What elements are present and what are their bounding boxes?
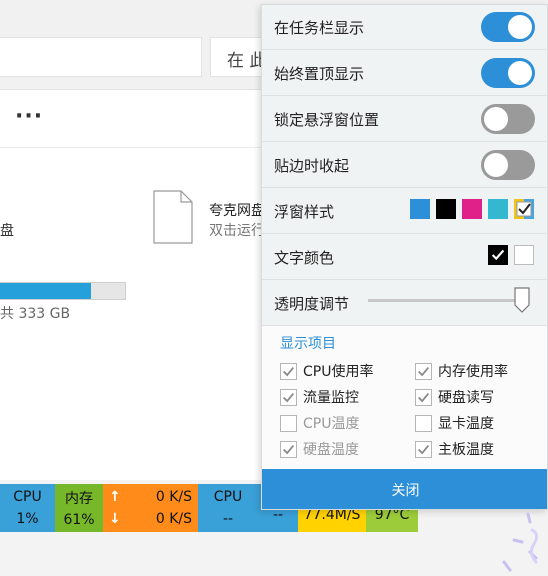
drive-usage-fill (0, 283, 92, 299)
checkbox-label: 流量监控 (303, 390, 359, 406)
setting-row-lock: 锁定悬浮窗位置 (262, 97, 547, 142)
checkbox-box[interactable] (280, 440, 297, 458)
check-icon (418, 366, 430, 376)
checkbox-cpu-usage[interactable]: CPU使用率 (280, 361, 373, 381)
address-bar[interactable] (0, 37, 202, 77)
text-color-label: 文字颜色 (274, 249, 335, 267)
cpu-usage-value: 1% (16, 511, 39, 527)
style-swatch-pink[interactable] (462, 199, 482, 219)
check-icon (283, 392, 295, 402)
checkbox-traffic-monitor[interactable]: 流量监控 (280, 387, 359, 407)
checkbox-gpu-temp[interactable]: 显卡温度 (415, 413, 494, 433)
window-style-label: 浮窗样式 (274, 203, 335, 221)
cpu-usage-label: CPU (13, 489, 42, 505)
memory-usage-value: 61% (63, 512, 95, 528)
check-icon (491, 249, 505, 261)
display-items-title: 显示项目 (280, 336, 336, 352)
file-icon[interactable] (153, 190, 193, 244)
checkbox-box[interactable] (415, 414, 432, 432)
toggle-knob (508, 61, 532, 85)
checkbox-disk-temp[interactable]: 硬盘温度 (280, 439, 359, 459)
download-speed-value: 0 K/S (155, 511, 192, 527)
upload-arrow-icon: ↑ (109, 489, 121, 505)
checkbox-label: 内存使用率 (438, 364, 508, 380)
opacity-label: 透明度调节 (274, 295, 350, 313)
monitor-cpu: CPU 1% (0, 484, 55, 532)
taskbar-toggle[interactable] (481, 12, 535, 42)
setting-row-ontop: 始终置顶显示 (262, 51, 547, 96)
cpu-temp-label: CPU (213, 489, 243, 505)
lock-position-label: 锁定悬浮窗位置 (274, 111, 380, 129)
monitor-memory: 内存 61% (55, 484, 103, 532)
checkbox-box[interactable] (415, 362, 432, 380)
checkbox-box[interactable] (415, 440, 432, 458)
toggle-knob (484, 107, 508, 131)
snap-collapse-toggle[interactable] (481, 150, 535, 180)
style-swatch-blue[interactable] (410, 199, 430, 219)
checkbox-box[interactable] (415, 388, 432, 406)
shortcut-name[interactable]: 夸克网盘 (209, 200, 265, 220)
taskbar-label: 在任务栏显示 (274, 19, 365, 37)
settings-popup: 在任务栏显示 始终置顶显示 锁定悬浮窗位置 贴边时收起 浮窗样式 文字颜色 透明… (261, 4, 548, 510)
drive-usage-bar (0, 282, 126, 300)
checkbox-box[interactable] (280, 362, 297, 380)
text-color-black[interactable] (488, 245, 508, 265)
checkbox-disk-io[interactable]: 硬盘读写 (415, 387, 494, 407)
opacity-slider-thumb[interactable] (513, 287, 530, 313)
lock-position-toggle[interactable] (481, 104, 535, 134)
setting-row-snap: 贴边时收起 (262, 143, 547, 188)
drive-label: 盘 (0, 223, 14, 239)
snap-collapse-label: 贴边时收起 (274, 157, 350, 175)
style-swatch-black[interactable] (436, 199, 456, 219)
check-icon (283, 366, 295, 376)
setting-row-taskbar: 在任务栏显示 (262, 5, 547, 50)
ontop-toggle[interactable] (481, 58, 535, 88)
monitor-network: ↑ 0 K/S ↓ 0 K/S (103, 484, 198, 532)
download-arrow-icon: ↓ (109, 511, 121, 527)
checkbox-label: 硬盘读写 (438, 390, 494, 406)
check-icon (418, 392, 430, 402)
checkbox-box[interactable] (280, 388, 297, 406)
toggle-knob (508, 15, 532, 39)
drive-size-text: 共 333 GB (0, 306, 71, 322)
setting-row-opacity: 透明度调节 (262, 281, 547, 326)
text-color-white[interactable] (514, 245, 534, 265)
cpu-temp-value: -- (222, 511, 234, 527)
checkbox-label: 显卡温度 (438, 416, 494, 432)
checkbox-box[interactable] (280, 414, 297, 432)
opacity-slider-track[interactable] (368, 299, 528, 302)
more-options-button[interactable]: ··· (15, 104, 43, 129)
checkbox-label: CPU使用率 (303, 364, 374, 380)
toggle-knob (484, 153, 508, 177)
decorative-sparkle (502, 512, 539, 572)
check-icon (283, 444, 295, 454)
checkbox-label: 硬盘温度 (303, 442, 359, 458)
memory-usage-label: 内存 (65, 491, 93, 507)
checkbox-label: 主板温度 (438, 442, 494, 458)
ontop-label: 始终置顶显示 (274, 65, 365, 83)
style-swatch-cyan[interactable] (488, 199, 508, 219)
shortcut-description: 双击运行 (209, 223, 265, 239)
check-icon (418, 444, 430, 454)
checkbox-label: CPU温度 (303, 416, 360, 432)
upload-speed-value: 0 K/S (155, 489, 192, 505)
checkbox-board-temp[interactable]: 主板温度 (415, 439, 494, 459)
checkbox-memory-usage[interactable]: 内存使用率 (415, 361, 508, 381)
monitor-cpu-temp: CPU -- (198, 484, 258, 532)
selected-check-icon (514, 199, 534, 219)
style-swatch-multicolor[interactable] (514, 199, 534, 219)
checkbox-cpu-temp[interactable]: CPU温度 (280, 413, 359, 433)
